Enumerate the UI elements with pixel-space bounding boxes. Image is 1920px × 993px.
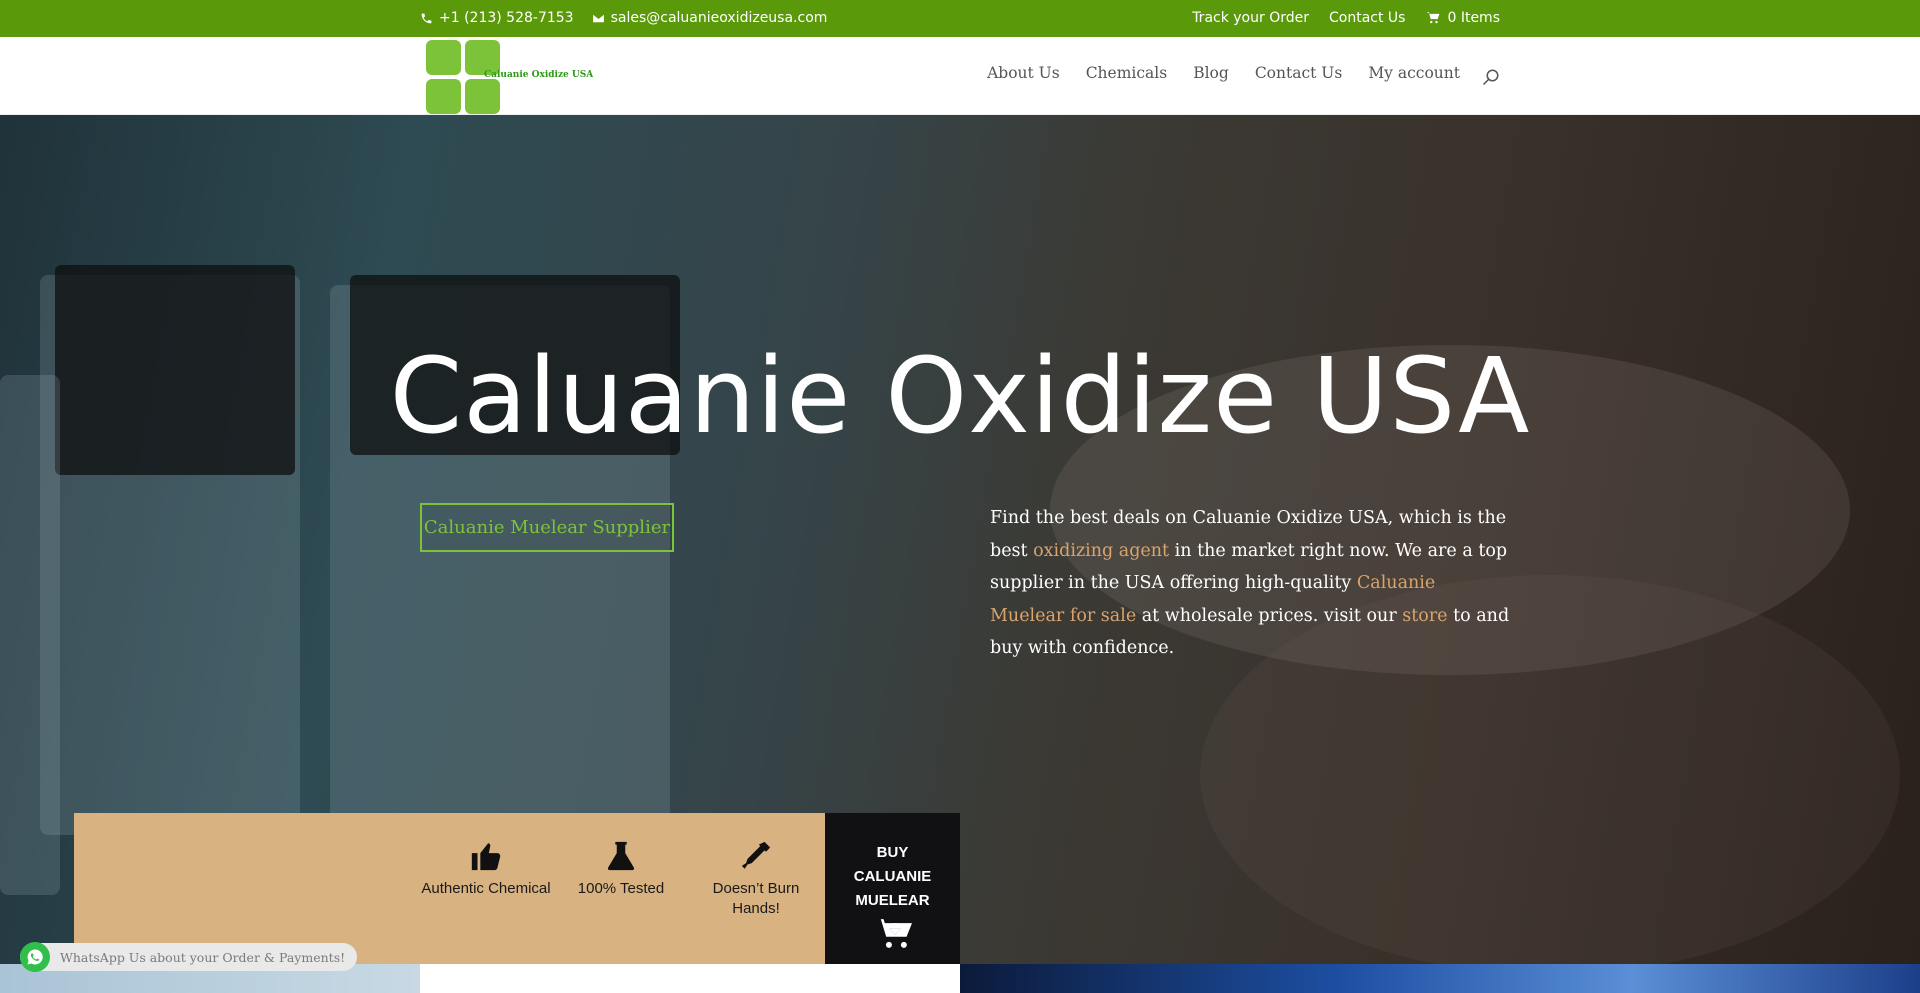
next-section-image-right	[960, 964, 1920, 993]
top-bar: +1 (213) 528-7153 sales@caluanieoxidizeu…	[0, 0, 1920, 37]
buy-line-3: MUELEAR	[855, 892, 930, 909]
track-order-link[interactable]: Track your Order	[1192, 10, 1309, 26]
email-link[interactable]: sales@caluanieoxidizeusa.com	[592, 10, 828, 26]
buy-line-2: CALUANIE	[853, 868, 932, 885]
store-link[interactable]: store	[1402, 606, 1447, 626]
hero-text-part: at wholesale prices. visit our	[1136, 605, 1403, 626]
logo-text: Caluanie Oxidize USA	[484, 70, 594, 80]
search-icon[interactable]	[1482, 68, 1500, 86]
next-section-panel	[420, 964, 960, 993]
whatsapp-icon	[20, 942, 50, 972]
nav-blog[interactable]: Blog	[1193, 64, 1229, 82]
feature-authentic-label: Authentic Chemical	[421, 880, 551, 897]
phone-link[interactable]: +1 (213) 528-7153	[420, 10, 574, 26]
hero-description: Find the best deals on Caluanie Oxidize …	[990, 502, 1510, 665]
top-bar-links: Track your Order Contact Us 0 Items	[1192, 10, 1500, 26]
features-strip: Authentic Chemical 100% Tested Doesn’t B…	[74, 813, 826, 964]
top-bar-contact: +1 (213) 528-7153 sales@caluanieoxidizeu…	[420, 10, 827, 26]
nav-my-account[interactable]: My account	[1368, 64, 1460, 82]
cart-download-icon	[873, 919, 912, 948]
eyedropper-icon	[741, 841, 771, 869]
flask-icon	[607, 841, 635, 871]
site-logo[interactable]: Caluanie Oxidize USA	[426, 39, 593, 115]
feature-no-burn: Doesn’t Burn Hands!	[691, 839, 821, 919]
oxidizing-agent-link[interactable]: oxidizing agent	[1033, 541, 1169, 561]
feature-no-burn-label: Doesn’t Burn Hands!	[712, 880, 800, 917]
nav-about-us[interactable]: About Us	[987, 64, 1060, 82]
cart-icon	[1427, 12, 1440, 24]
nav-chemicals[interactable]: Chemicals	[1086, 64, 1168, 82]
feature-tested-label: 100% Tested	[577, 880, 665, 897]
feature-tested: 100% Tested	[556, 839, 686, 899]
feature-authentic: Authentic Chemical	[421, 839, 551, 899]
envelope-icon	[592, 14, 604, 22]
whatsapp-chat-button[interactable]: WhatsApp Us about your Order & Payments!	[20, 942, 358, 972]
main-nav: About Us Chemicals Blog Contact Us My ac…	[987, 64, 1460, 82]
buy-line-1: BUY	[876, 844, 909, 861]
cart-link[interactable]: 0 Items	[1425, 10, 1500, 26]
hero-title: Caluanie Oxidize USA	[389, 335, 1531, 457]
whatsapp-label: WhatsApp Us about your Order & Payments!	[60, 949, 346, 965]
phone-number: +1 (213) 528-7153	[439, 10, 574, 26]
buy-caluanie-button[interactable]: BUY CALUANIE MUELEAR	[825, 813, 960, 964]
phone-icon	[421, 13, 432, 23]
supplier-button[interactable]: Caluanie Muelear Supplier	[420, 503, 674, 552]
thumbs-up-icon	[471, 843, 501, 871]
nav-contact-us[interactable]: Contact Us	[1255, 64, 1343, 82]
cart-count: 0 Items	[1447, 10, 1500, 26]
top-contact-link[interactable]: Contact Us	[1329, 10, 1405, 26]
email-address: sales@caluanieoxidizeusa.com	[610, 10, 828, 26]
main-header: Caluanie Oxidize USA About Us Chemicals …	[0, 37, 1920, 115]
